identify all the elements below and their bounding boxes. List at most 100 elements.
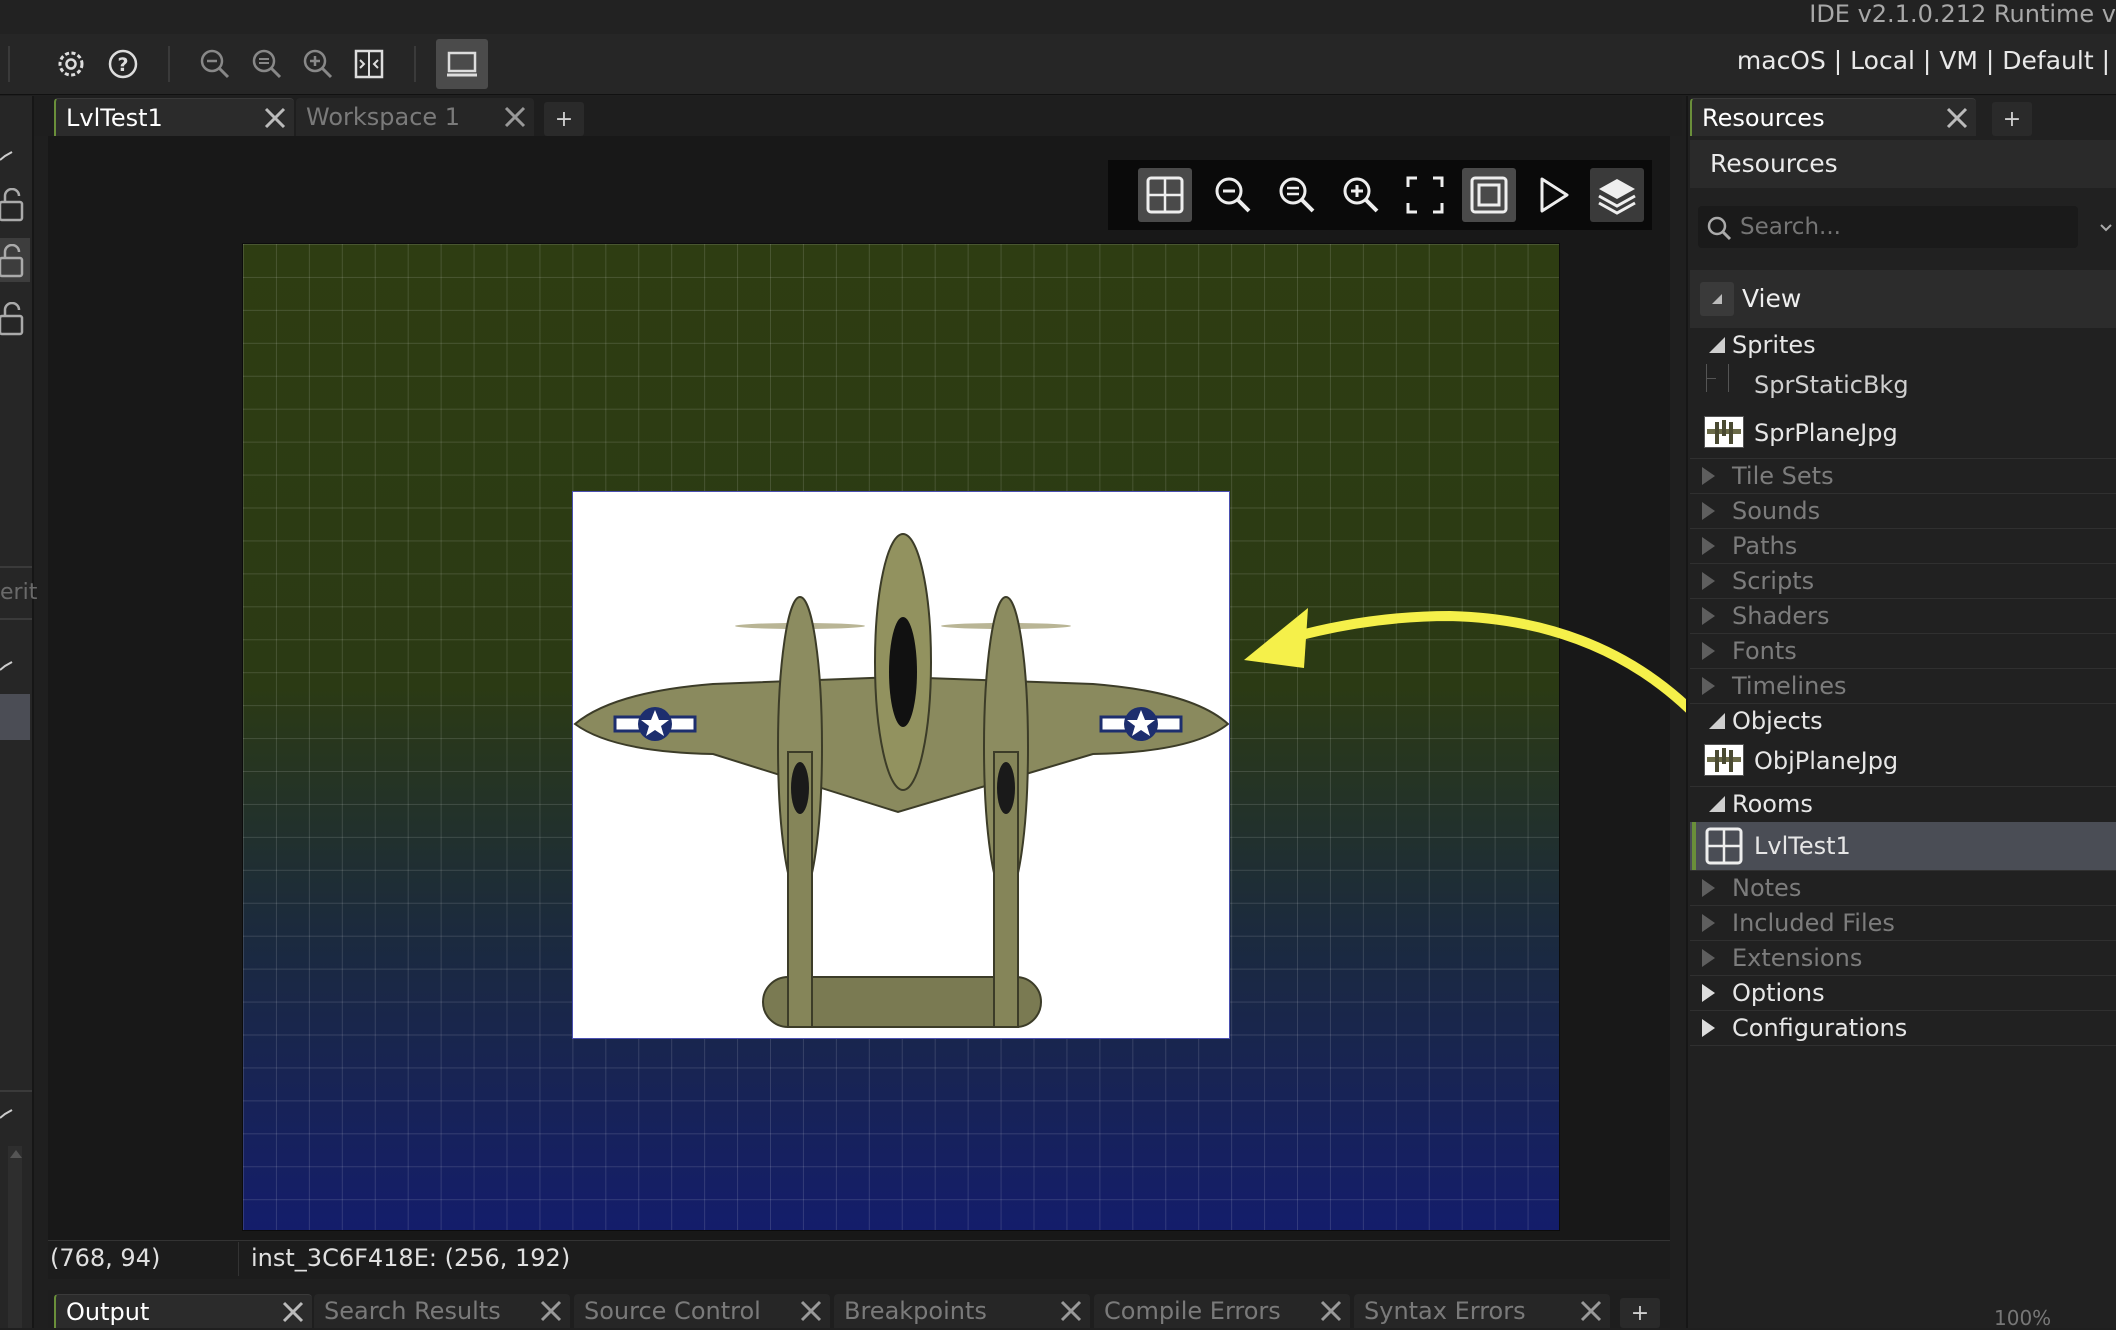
tree-group-fonts[interactable]: Fonts: [1690, 634, 2116, 668]
tab-compile-errors[interactable]: Compile Errors: [1094, 1294, 1350, 1328]
collapsed-icon: [1702, 914, 1715, 932]
tree-group-notes[interactable]: Notes: [1690, 871, 2116, 905]
close-icon[interactable]: [1944, 105, 1970, 131]
target-device-button[interactable]: [436, 39, 488, 89]
lock-icon[interactable]: [0, 244, 28, 278]
close-icon[interactable]: [1058, 1298, 1084, 1324]
chevron-down-icon[interactable]: [2098, 220, 2114, 236]
tree-group-tile-sets[interactable]: Tile Sets: [1690, 459, 2116, 493]
collapsed-icon: [1702, 949, 1715, 967]
collapsed-icon: [1702, 537, 1715, 555]
group-label: Shaders: [1732, 602, 1830, 630]
tree-group-options[interactable]: Options: [1690, 976, 2116, 1010]
tab-search-results[interactable]: Search Results: [314, 1294, 570, 1328]
preferences-button[interactable]: [50, 43, 92, 85]
tree-group-shaders[interactable]: Shaders: [1690, 599, 2116, 633]
collapsed-icon: [1702, 879, 1715, 897]
layers-button[interactable]: [1590, 168, 1644, 222]
collapsed-icon: [1702, 677, 1715, 695]
tree-group-paths[interactable]: Paths: [1690, 529, 2116, 563]
tree-item-sprstaticbkg[interactable]: SprStaticBkg: [1690, 368, 2116, 402]
workspace-layout-button[interactable]: [348, 43, 390, 85]
tab-output[interactable]: Output: [54, 1294, 312, 1328]
scrollbar[interactable]: [8, 1146, 22, 1328]
item-label: SprPlaneJpg: [1754, 419, 1898, 447]
selected-property-row[interactable]: [0, 694, 30, 740]
tree-item-sprplanejpg[interactable]: SprPlaneJpg: [1690, 416, 2116, 450]
target-summary[interactable]: macOS | Local | VM | Default |: [1737, 46, 2110, 75]
fullscreen-icon: [1406, 176, 1444, 214]
tree-group-included-files[interactable]: Included Files: [1690, 906, 2116, 940]
tree-group-scripts[interactable]: Scripts: [1690, 564, 2116, 598]
toolbar-separator: [8, 46, 10, 82]
close-icon[interactable]: [280, 1299, 306, 1325]
status-divider: [238, 1242, 239, 1276]
tab-label: LvlTest1: [66, 103, 163, 132]
toolbar-zoom-out-button[interactable]: [194, 43, 236, 85]
close-icon[interactable]: [798, 1298, 824, 1324]
check-icon: [0, 661, 13, 671]
tree-group-sounds[interactable]: Sounds: [1690, 494, 2116, 528]
group-label: Tile Sets: [1732, 462, 1834, 490]
tree-group-configurations[interactable]: Configurations: [1690, 1011, 2116, 1045]
fit-room-button[interactable]: [1398, 168, 1452, 222]
toolbar-zoom-reset-button[interactable]: [246, 43, 288, 85]
tab-resources[interactable]: Resources: [1690, 98, 1976, 136]
plane-instance[interactable]: [572, 491, 1230, 1039]
expanded-icon: [1702, 796, 1725, 812]
toolbar-zoom-in-button[interactable]: [297, 43, 339, 85]
tree-item-lvltest1[interactable]: LvlTest1: [1690, 829, 2116, 863]
tree-item-objplanejpg[interactable]: ObjPlaneJpg: [1690, 744, 2116, 778]
tree-group-sprites[interactable]: Sprites: [1690, 328, 2116, 362]
group-label: Notes: [1732, 874, 1802, 902]
add-output-tab-button[interactable]: +: [1620, 1298, 1660, 1328]
group-label: Extensions: [1732, 944, 1863, 972]
tab-breakpoints[interactable]: Breakpoints: [834, 1294, 1090, 1328]
group-label: Sprites: [1732, 331, 1816, 359]
search-input[interactable]: [1738, 210, 2072, 244]
grid-toggle-button[interactable]: [1138, 168, 1192, 222]
lock-icon[interactable]: [0, 188, 28, 222]
add-workspace-tab-button[interactable]: +: [544, 102, 584, 136]
view-button-row[interactable]: View: [1690, 270, 2116, 328]
room-zoom-out-button[interactable]: [1206, 168, 1260, 222]
lock-icon[interactable]: [0, 302, 28, 336]
tree-group-rooms[interactable]: Rooms: [1690, 787, 2116, 821]
help-button[interactable]: ?: [102, 43, 144, 85]
tab-label: Compile Errors: [1104, 1297, 1281, 1325]
view-icon: [1712, 294, 1722, 304]
room-zoom-in-button[interactable]: [1334, 168, 1388, 222]
tab-lvltest1[interactable]: LvlTest1: [54, 98, 294, 136]
collapsed-icon: [1702, 1019, 1715, 1037]
tree-group-extensions[interactable]: Extensions: [1690, 941, 2116, 975]
add-panel-tab-button[interactable]: +: [1992, 102, 2032, 136]
title-bar: IDE v2.1.0.212 Runtime v: [0, 0, 2116, 34]
view-toggle-button[interactable]: [1700, 282, 1734, 316]
grid-toggle-icon: [1146, 176, 1184, 214]
close-icon[interactable]: [262, 105, 288, 131]
close-icon[interactable]: [1318, 1298, 1344, 1324]
room-zoom-reset-button[interactable]: [1270, 168, 1324, 222]
scroll-up-icon[interactable]: [10, 1150, 22, 1158]
tab-source-control[interactable]: Source Control: [574, 1294, 830, 1328]
item-label: ObjPlaneJpg: [1754, 747, 1899, 775]
view-frame-button[interactable]: [1462, 168, 1516, 222]
toolbar-separator: [168, 46, 170, 82]
collapsed-icon: [1702, 467, 1715, 485]
tab-workspace-1[interactable]: Workspace 1: [296, 98, 534, 136]
ide-version-label: IDE v2.1.0.212 Runtime v: [1809, 0, 2116, 28]
instance-info: inst_3C6F418E: (256, 192): [251, 1244, 571, 1272]
play-room-button[interactable]: [1526, 168, 1580, 222]
tab-label: Resources: [1702, 103, 1825, 132]
close-icon[interactable]: [502, 104, 528, 130]
collapsed-icon: [1702, 607, 1715, 625]
close-icon[interactable]: [538, 1298, 564, 1324]
tree-group-objects[interactable]: Objects: [1690, 704, 2116, 738]
resource-search-field[interactable]: [1698, 206, 2078, 248]
view-label: View: [1742, 284, 1802, 313]
tab-syntax-errors[interactable]: Syntax Errors: [1354, 1294, 1610, 1328]
room-editor-toolbar: [1108, 160, 1652, 230]
tree-group-timelines[interactable]: Timelines: [1690, 669, 2116, 703]
group-label: Included Files: [1732, 909, 1895, 937]
close-icon[interactable]: [1578, 1298, 1604, 1324]
